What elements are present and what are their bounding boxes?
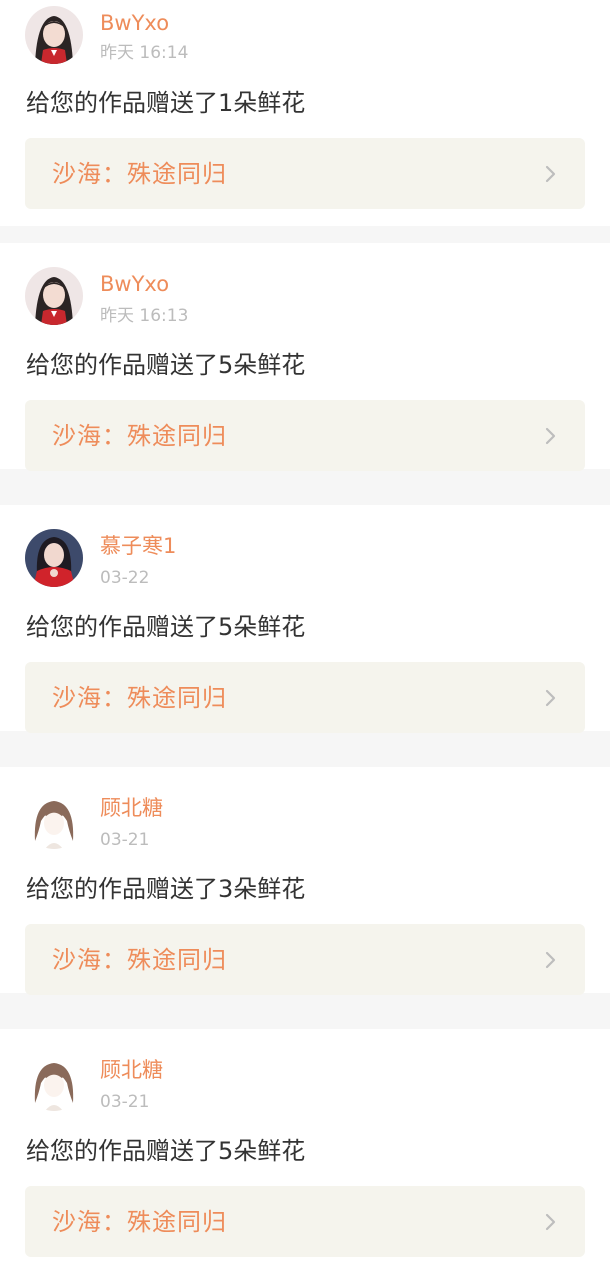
illustrated-girl-avatar: [25, 1053, 83, 1111]
user-avatar[interactable]: [25, 1053, 83, 1111]
user-avatar[interactable]: [25, 267, 83, 325]
timestamp: 昨天 16:13: [100, 306, 189, 326]
username[interactable]: BwYxo: [100, 9, 169, 37]
chevron-right-icon: [545, 427, 556, 445]
username[interactable]: 顾北糖: [100, 1056, 163, 1084]
username[interactable]: 顾北糖: [100, 794, 163, 822]
work-link[interactable]: 沙海：殊途同归: [25, 924, 585, 995]
username[interactable]: 慕子寒1: [100, 532, 176, 560]
notification-card: 慕子寒1 03-22 给您的作品赠送了5朵鲜花 沙海：殊途同归: [0, 505, 610, 733]
username[interactable]: BwYxo: [100, 270, 169, 298]
work-link[interactable]: 沙海：殊途同归: [25, 400, 585, 471]
timestamp: 03-22: [100, 568, 150, 588]
notification-card: 顾北糖 03-21 给您的作品赠送了3朵鲜花 沙海：殊途同归: [0, 767, 610, 995]
gift-message: 给您的作品赠送了5朵鲜花: [26, 351, 306, 379]
gift-message: 给您的作品赠送了5朵鲜花: [26, 613, 306, 641]
gift-message: 给您的作品赠送了1朵鲜花: [26, 89, 306, 117]
girl-red-uniform-avatar: [25, 267, 83, 325]
timestamp: 03-21: [100, 830, 150, 850]
girl-red-uniform-avatar: [25, 6, 83, 64]
user-avatar[interactable]: [25, 6, 83, 64]
work-link[interactable]: 沙海：殊途同归: [25, 662, 585, 733]
notification-card: BwYxo 昨天 16:13 给您的作品赠送了5朵鲜花 沙海：殊途同归: [0, 243, 610, 471]
work-title: 沙海：殊途同归: [52, 422, 227, 450]
girl-red-dress-avatar: [25, 529, 83, 587]
timestamp: 03-21: [100, 1092, 150, 1112]
work-title: 沙海：殊途同归: [52, 684, 227, 712]
user-avatar[interactable]: [25, 791, 83, 849]
notification-card: BwYxo 昨天 16:14 给您的作品赠送了1朵鲜花 沙海：殊途同归: [0, 0, 610, 226]
timestamp: 昨天 16:14: [100, 43, 189, 63]
work-title: 沙海：殊途同归: [52, 1208, 227, 1236]
chevron-right-icon: [545, 1213, 556, 1231]
chevron-right-icon: [545, 951, 556, 969]
chevron-right-icon: [545, 689, 556, 707]
gift-message: 给您的作品赠送了3朵鲜花: [26, 875, 306, 903]
notification-card: 顾北糖 03-21 给您的作品赠送了5朵鲜花 沙海：殊途同归: [0, 1029, 610, 1280]
chevron-right-icon: [545, 165, 556, 183]
work-link[interactable]: 沙海：殊途同归: [25, 138, 585, 209]
work-title: 沙海：殊途同归: [52, 946, 227, 974]
work-title: 沙海：殊途同归: [52, 160, 227, 188]
gift-message: 给您的作品赠送了5朵鲜花: [26, 1137, 306, 1165]
illustrated-girl-avatar: [25, 791, 83, 849]
work-link[interactable]: 沙海：殊途同归: [25, 1186, 585, 1257]
user-avatar[interactable]: [25, 529, 83, 587]
